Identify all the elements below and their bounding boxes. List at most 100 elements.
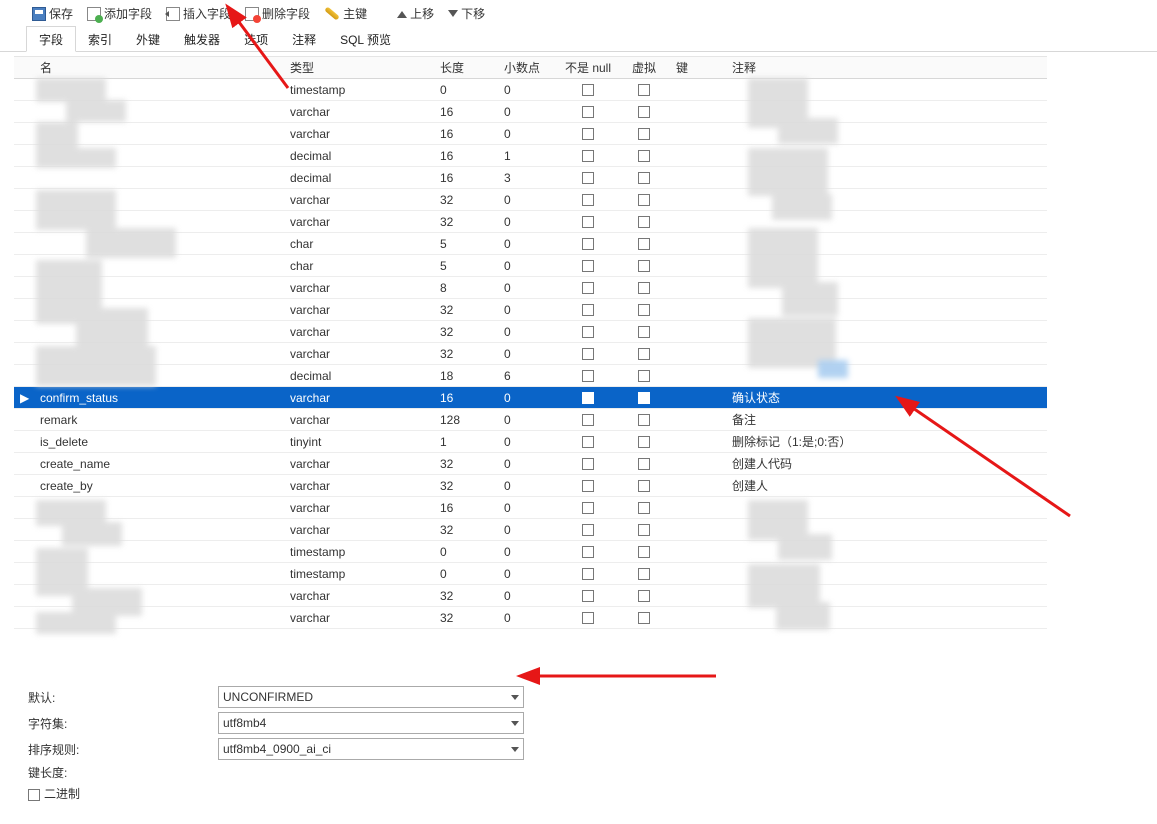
virtual-checkbox[interactable] [618,325,670,339]
field-decimal-cell[interactable]: 0 [498,413,558,427]
field-length-cell[interactable]: 16 [434,105,498,119]
table-row[interactable]: char50 [14,255,1047,277]
virtual-checkbox[interactable] [618,611,670,625]
notnull-checkbox[interactable] [558,171,618,185]
field-name-cell[interactable]: confirm_status [34,391,284,405]
notnull-checkbox[interactable] [558,237,618,251]
tab-4[interactable]: 选项 [232,27,280,51]
field-decimal-cell[interactable]: 0 [498,303,558,317]
field-length-cell[interactable]: 16 [434,501,498,515]
default-combobox[interactable]: UNCONFIRMED [218,686,524,708]
field-decimal-cell[interactable]: 0 [498,237,558,251]
notnull-checkbox[interactable] [558,435,618,449]
table-row[interactable]: varchar320 [14,585,1047,607]
field-type-cell[interactable]: varchar [284,589,434,603]
field-length-cell[interactable]: 0 [434,545,498,559]
virtual-checkbox[interactable] [618,457,670,471]
table-row[interactable]: decimal163 [14,167,1047,189]
notnull-checkbox[interactable] [558,567,618,581]
table-row[interactable]: char50 [14,233,1047,255]
field-type-cell[interactable]: varchar [284,523,434,537]
comment-cell[interactable]: 备注 [726,411,1047,428]
virtual-checkbox[interactable] [618,567,670,581]
field-type-cell[interactable]: decimal [284,171,434,185]
field-length-cell[interactable]: 16 [434,171,498,185]
notnull-checkbox[interactable] [558,501,618,515]
table-row[interactable]: create_namevarchar320创建人代码 [14,453,1047,475]
field-type-cell[interactable]: varchar [284,347,434,361]
notnull-checkbox[interactable] [558,83,618,97]
collation-combobox[interactable]: utf8mb4_0900_ai_ci [218,738,524,760]
field-decimal-cell[interactable]: 0 [498,435,558,449]
field-length-cell[interactable]: 128 [434,413,498,427]
move-down-button[interactable]: 下移 [444,3,489,24]
field-decimal-cell[interactable]: 0 [498,193,558,207]
virtual-checkbox[interactable] [618,347,670,361]
notnull-checkbox[interactable] [558,369,618,383]
virtual-checkbox[interactable] [618,523,670,537]
field-decimal-cell[interactable]: 3 [498,171,558,185]
field-type-cell[interactable]: varchar [284,127,434,141]
col-virtual[interactable]: 虚拟 [618,59,670,76]
field-length-cell[interactable]: 5 [434,259,498,273]
field-length-cell[interactable]: 32 [434,589,498,603]
table-row[interactable]: varchar320 [14,211,1047,233]
virtual-checkbox[interactable] [618,545,670,559]
notnull-checkbox[interactable] [558,413,618,427]
col-comment[interactable]: 注释 [726,59,1047,76]
virtual-checkbox[interactable] [618,589,670,603]
comment-cell[interactable]: 创建人代码 [726,455,1047,472]
comment-cell[interactable]: 删除标记（1:是;0:否） [726,433,1047,450]
field-length-cell[interactable]: 32 [434,479,498,493]
field-type-cell[interactable]: varchar [284,457,434,471]
field-type-cell[interactable]: varchar [284,281,434,295]
field-type-cell[interactable]: decimal [284,149,434,163]
field-decimal-cell[interactable]: 0 [498,347,558,361]
field-decimal-cell[interactable]: 0 [498,545,558,559]
charset-combobox[interactable]: utf8mb4 [218,712,524,734]
binary-checkbox[interactable] [28,789,40,801]
notnull-checkbox[interactable] [558,391,618,405]
notnull-checkbox[interactable] [558,105,618,119]
field-decimal-cell[interactable]: 0 [498,589,558,603]
notnull-checkbox[interactable] [558,545,618,559]
table-row[interactable]: varchar320 [14,607,1047,629]
virtual-checkbox[interactable] [618,281,670,295]
field-length-cell[interactable]: 18 [434,369,498,383]
virtual-checkbox[interactable] [618,303,670,317]
table-row[interactable]: varchar320 [14,519,1047,541]
notnull-checkbox[interactable] [558,523,618,537]
col-key[interactable]: 键 [670,59,726,76]
field-decimal-cell[interactable]: 6 [498,369,558,383]
table-row[interactable]: varchar320 [14,299,1047,321]
virtual-checkbox[interactable] [618,127,670,141]
notnull-checkbox[interactable] [558,611,618,625]
notnull-checkbox[interactable] [558,347,618,361]
field-type-cell[interactable]: varchar [284,325,434,339]
binary-checkbox-row[interactable]: 二进制 [28,785,218,802]
primary-key-button[interactable]: 主键 [320,3,371,24]
virtual-checkbox[interactable] [618,479,670,493]
field-length-cell[interactable]: 32 [434,347,498,361]
field-decimal-cell[interactable]: 0 [498,479,558,493]
field-decimal-cell[interactable]: 0 [498,259,558,273]
field-length-cell[interactable]: 32 [434,611,498,625]
field-type-cell[interactable]: decimal [284,369,434,383]
field-type-cell[interactable]: varchar [284,413,434,427]
field-length-cell[interactable]: 32 [434,193,498,207]
field-name-cell[interactable]: is_delete [34,435,284,449]
field-type-cell[interactable]: timestamp [284,545,434,559]
notnull-checkbox[interactable] [558,127,618,141]
field-decimal-cell[interactable]: 0 [498,611,558,625]
field-type-cell[interactable]: varchar [284,501,434,515]
col-decimal[interactable]: 小数点 [498,59,558,76]
field-type-cell[interactable]: varchar [284,479,434,493]
virtual-checkbox[interactable] [618,391,670,405]
field-decimal-cell[interactable]: 0 [498,567,558,581]
table-row[interactable]: timestamp00 [14,79,1047,101]
table-row[interactable]: create_byvarchar320创建人 [14,475,1047,497]
delete-field-button[interactable]: 删除字段 [241,3,314,24]
field-name-cell[interactable]: create_name [34,457,284,471]
virtual-checkbox[interactable] [618,193,670,207]
virtual-checkbox[interactable] [618,237,670,251]
